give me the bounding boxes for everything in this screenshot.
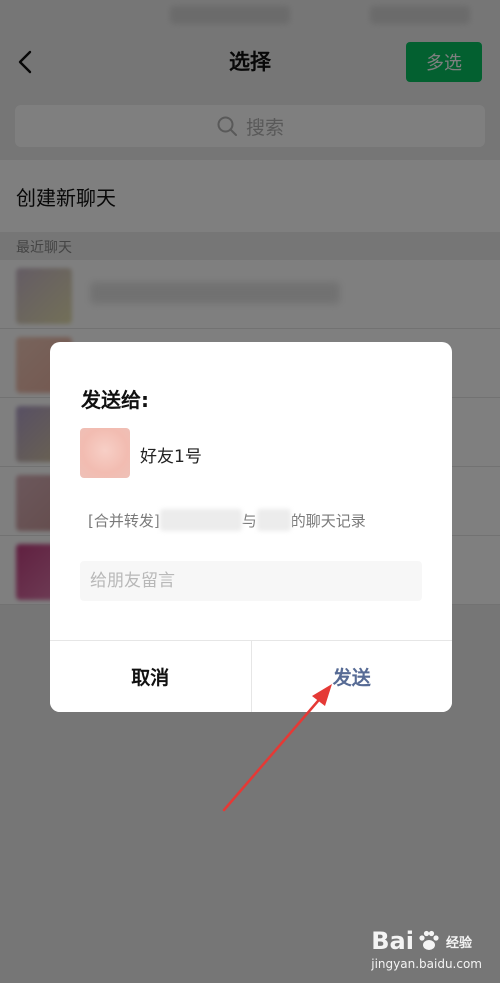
dialog-actions: 取消 发送 [50,640,452,712]
send-to-dialog: 发送给: 好友1号 [合并转发] 与 的聊天记录 取消 发送 [50,342,452,712]
message-input[interactable] [80,561,422,601]
preview-prefix: [合并转发] [88,511,160,530]
dialog-title: 发送给: [81,388,149,412]
preview-middle: 与 [241,511,257,530]
preview-suffix: 的聊天记录 [290,511,366,530]
forward-preview: [合并转发] 与 的聊天记录 [88,509,366,531]
watermark-url: jingyan.baidu.com [371,957,482,971]
send-button[interactable]: 发送 [251,641,452,712]
watermark-logo: Bai 经验 [371,927,472,955]
recipient-name: 好友1号 [140,447,202,467]
paw-icon [419,930,439,950]
cancel-button[interactable]: 取消 [50,641,252,712]
blurred-name [256,509,291,531]
recipient-avatar [80,428,130,478]
blurred-name [159,509,242,531]
baidu-jingyan-watermark: Bai 经验 jingyan.baidu.com [371,927,482,971]
